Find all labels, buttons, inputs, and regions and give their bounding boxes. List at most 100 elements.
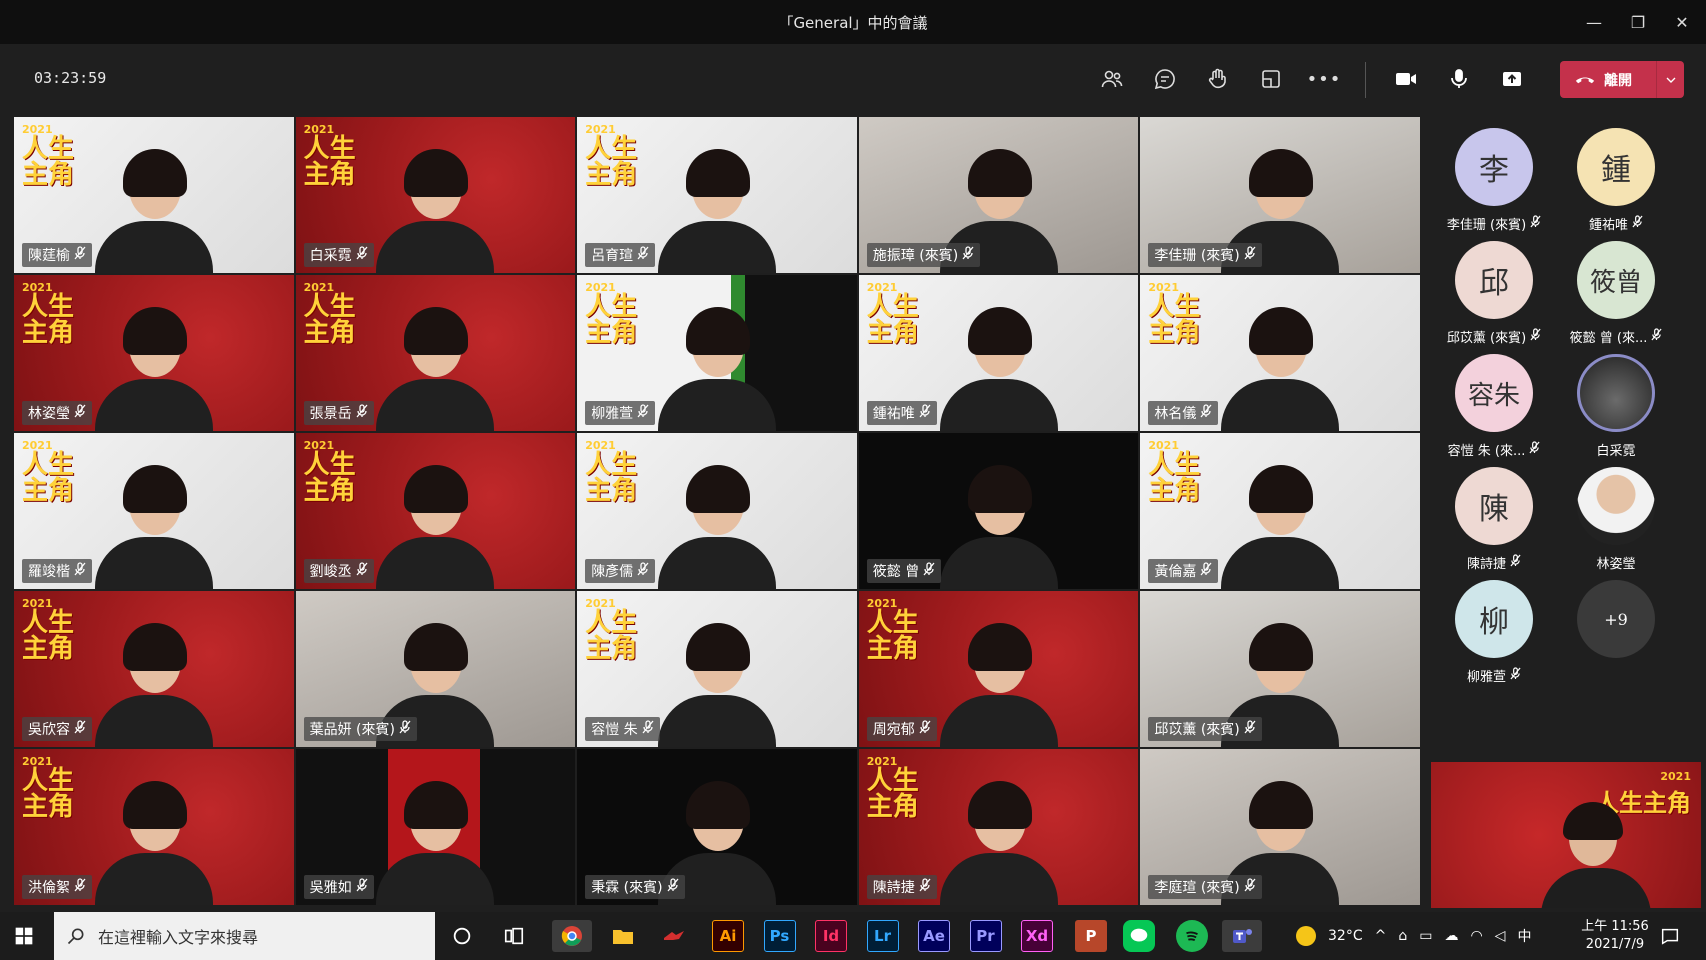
cloud-icon[interactable]: ☁ xyxy=(1444,928,1458,944)
video-tile[interactable]: 邱苡薰 (來賓) xyxy=(1139,590,1421,748)
video-tile[interactable]: 2021 人生主角 白采霓 xyxy=(294,116,577,274)
minimize-button[interactable]: — xyxy=(1572,8,1616,36)
weather-icon[interactable] xyxy=(1296,926,1316,946)
chrome-app[interactable] xyxy=(552,920,592,952)
video-tile[interactable]: 2021 人生主角 劉峻丞 xyxy=(294,432,577,590)
taskbar-clock[interactable]: 上午 11:56 2021/7/9 xyxy=(1570,918,1660,954)
adobe-app-ai[interactable]: Ai xyxy=(712,920,744,952)
muted-mic-icon xyxy=(919,878,931,896)
cortana-icon xyxy=(453,927,471,945)
banner-title: 人生主角 xyxy=(1148,292,1201,348)
sidebar-participant[interactable]: 林姿瑩 xyxy=(1556,455,1676,573)
event-banner: 2021 人生主角 xyxy=(304,123,362,188)
video-tile[interactable]: 筱懿 曾 xyxy=(857,432,1140,590)
share-screen-icon xyxy=(1503,72,1521,86)
adobe-app-ps[interactable]: Ps xyxy=(763,920,796,952)
sidebar-participant[interactable]: 白采霓 xyxy=(1556,342,1676,460)
task-view-button[interactable] xyxy=(498,920,530,952)
sidebar-participant[interactable]: 邱邱苡薰 (來賓) xyxy=(1434,229,1554,347)
participant-video xyxy=(1221,301,1340,431)
participant-video xyxy=(939,301,1058,431)
sidebar-participant[interactable]: 鍾鍾祐唯 xyxy=(1556,116,1676,234)
participant-name: 李佳珊 (來賓) xyxy=(1154,248,1240,264)
share-button[interactable] xyxy=(1492,61,1532,97)
video-tile[interactable]: 葉品妍 (來賓) xyxy=(294,590,577,748)
video-tile[interactable]: 李佳珊 (來賓) xyxy=(1139,116,1421,274)
video-tile[interactable]: 2021 人生主角 林姿瑩 xyxy=(13,274,295,432)
battery-icon[interactable]: ▭ xyxy=(1419,928,1432,944)
video-tile[interactable]: 2021 人生主角 容愷 朱 xyxy=(576,590,858,748)
participants-button[interactable] xyxy=(1092,61,1132,97)
close-button[interactable]: ✕ xyxy=(1660,8,1704,36)
event-banner: 2021 人生主角 xyxy=(867,281,925,346)
rooms-button[interactable] xyxy=(1251,61,1291,97)
volume-icon[interactable]: ◁ xyxy=(1495,928,1506,944)
sidebar-participant[interactable]: 筱曾 筱懿 曾 (來... xyxy=(1556,229,1676,347)
participant-name-tag: 黃倫嘉 xyxy=(1148,559,1219,583)
event-banner: 2021 人生主角 xyxy=(22,755,80,820)
participant-sidebar: 李李佳珊 (來賓) 鍾鍾祐唯邱邱苡薰 (來賓) 筱曾 筱懿 曾 (來... 容朱 容愷 朱… xyxy=(1429,116,1706,760)
start-button[interactable] xyxy=(0,912,48,960)
video-tile[interactable]: 2021 人生主角 吳欣容 xyxy=(13,590,295,748)
video-tile[interactable]: 2021 人生主角 羅竣楷 xyxy=(13,432,295,590)
adobe-app-xd[interactable]: Xd xyxy=(1021,920,1053,952)
teams-app[interactable] xyxy=(1222,920,1262,952)
sidebar-participant[interactable]: 柳柳雅萱 xyxy=(1434,568,1554,686)
red-app[interactable] xyxy=(658,920,690,952)
powerpoint-app[interactable]: P xyxy=(1075,920,1107,952)
banner-title: 人生主角 xyxy=(866,608,919,664)
adobe-app-ae[interactable]: Ae xyxy=(918,920,950,952)
video-tile[interactable]: 2021 人生主角 呂育瑄 xyxy=(576,116,858,274)
chat-button[interactable] xyxy=(1145,61,1185,97)
participant-name-tag: 施振璋 (來賓) xyxy=(866,243,981,267)
video-tile[interactable]: 2021 人生主角 陳莛榆 xyxy=(13,116,295,274)
video-tile[interactable]: 2021 人生主角 柳雅萱 xyxy=(576,274,858,432)
cortana-button[interactable] xyxy=(446,920,478,952)
wifi-icon[interactable]: ◠ xyxy=(1470,928,1482,944)
adobe-app-id[interactable]: Id xyxy=(815,920,847,952)
file-explorer-app[interactable] xyxy=(607,920,639,952)
video-tile[interactable]: 2021 人生主角 洪倫絮 xyxy=(13,748,295,906)
video-tile[interactable]: 2021 人生主角 周宛郁 xyxy=(857,590,1140,748)
event-banner: 2021 人生主角 xyxy=(22,597,80,662)
event-banner: 2021 人生主角 xyxy=(22,439,80,504)
network-icon[interactable]: ⌂ xyxy=(1398,928,1407,944)
video-tile[interactable]: 2021 人生主角 鍾祐唯 xyxy=(857,274,1140,432)
chevron-up-icon[interactable]: ^ xyxy=(1375,928,1387,944)
microphone-button[interactable] xyxy=(1439,61,1479,97)
adobe-app-pr[interactable]: Pr xyxy=(969,920,1002,952)
sidebar-participant[interactable]: 容朱 容愷 朱 (來... xyxy=(1434,342,1554,460)
video-tile[interactable]: 2021 人生主角 陳彥儒 xyxy=(576,432,858,590)
video-tile[interactable]: 2021 人生主角 張景岳 xyxy=(294,274,577,432)
video-tile[interactable]: 2021 人生主角 林名儀 xyxy=(1139,274,1421,432)
self-view-video[interactable]: 2021 人生主角 xyxy=(1431,762,1701,908)
temperature-label[interactable]: 32°C xyxy=(1328,928,1363,944)
restore-button[interactable]: ❐ xyxy=(1616,8,1660,36)
sidebar-participant[interactable]: 陳陳詩捷 xyxy=(1434,455,1554,573)
taskbar-search[interactable]: 在這裡輸入文字來搜尋 xyxy=(54,912,435,960)
participant-video xyxy=(94,143,213,273)
leave-button[interactable]: 離開 xyxy=(1560,61,1684,98)
reactions-button[interactable] xyxy=(1198,61,1238,97)
sidebar-participant[interactable]: 李李佳珊 (來賓) xyxy=(1434,116,1554,234)
adobe-app-lr[interactable]: Lr xyxy=(866,920,899,952)
video-tile[interactable]: 施振璋 (來賓) xyxy=(857,116,1140,274)
sidebar-participant[interactable]: +9 xyxy=(1556,568,1676,686)
event-banner: 2021 人生主角 xyxy=(1148,439,1206,504)
video-tile[interactable]: 2021 人生主角 陳詩捷 xyxy=(857,748,1140,906)
spotify-app[interactable] xyxy=(1176,920,1208,952)
line-app[interactable] xyxy=(1123,920,1155,952)
leave-main[interactable]: 離開 xyxy=(1560,61,1656,98)
avatar: 柳 xyxy=(1455,580,1533,658)
video-tile[interactable]: 李庭瑄 (來賓) xyxy=(1139,748,1421,906)
camera-button[interactable] xyxy=(1386,61,1426,97)
search-icon xyxy=(67,928,84,945)
leave-options-button[interactable] xyxy=(1656,61,1684,98)
more-actions-button[interactable]: ••• xyxy=(1304,61,1344,97)
video-tile[interactable]: 吳雅如 xyxy=(294,748,577,906)
video-tile[interactable]: 秉霖 (來賓) xyxy=(576,748,858,906)
video-tile[interactable]: 2021 人生主角黃倫嘉 xyxy=(1139,432,1421,590)
muted-mic-icon xyxy=(1200,404,1212,422)
notifications-button[interactable] xyxy=(1654,920,1686,952)
ime-indicator[interactable]: 中 xyxy=(1517,926,1531,946)
